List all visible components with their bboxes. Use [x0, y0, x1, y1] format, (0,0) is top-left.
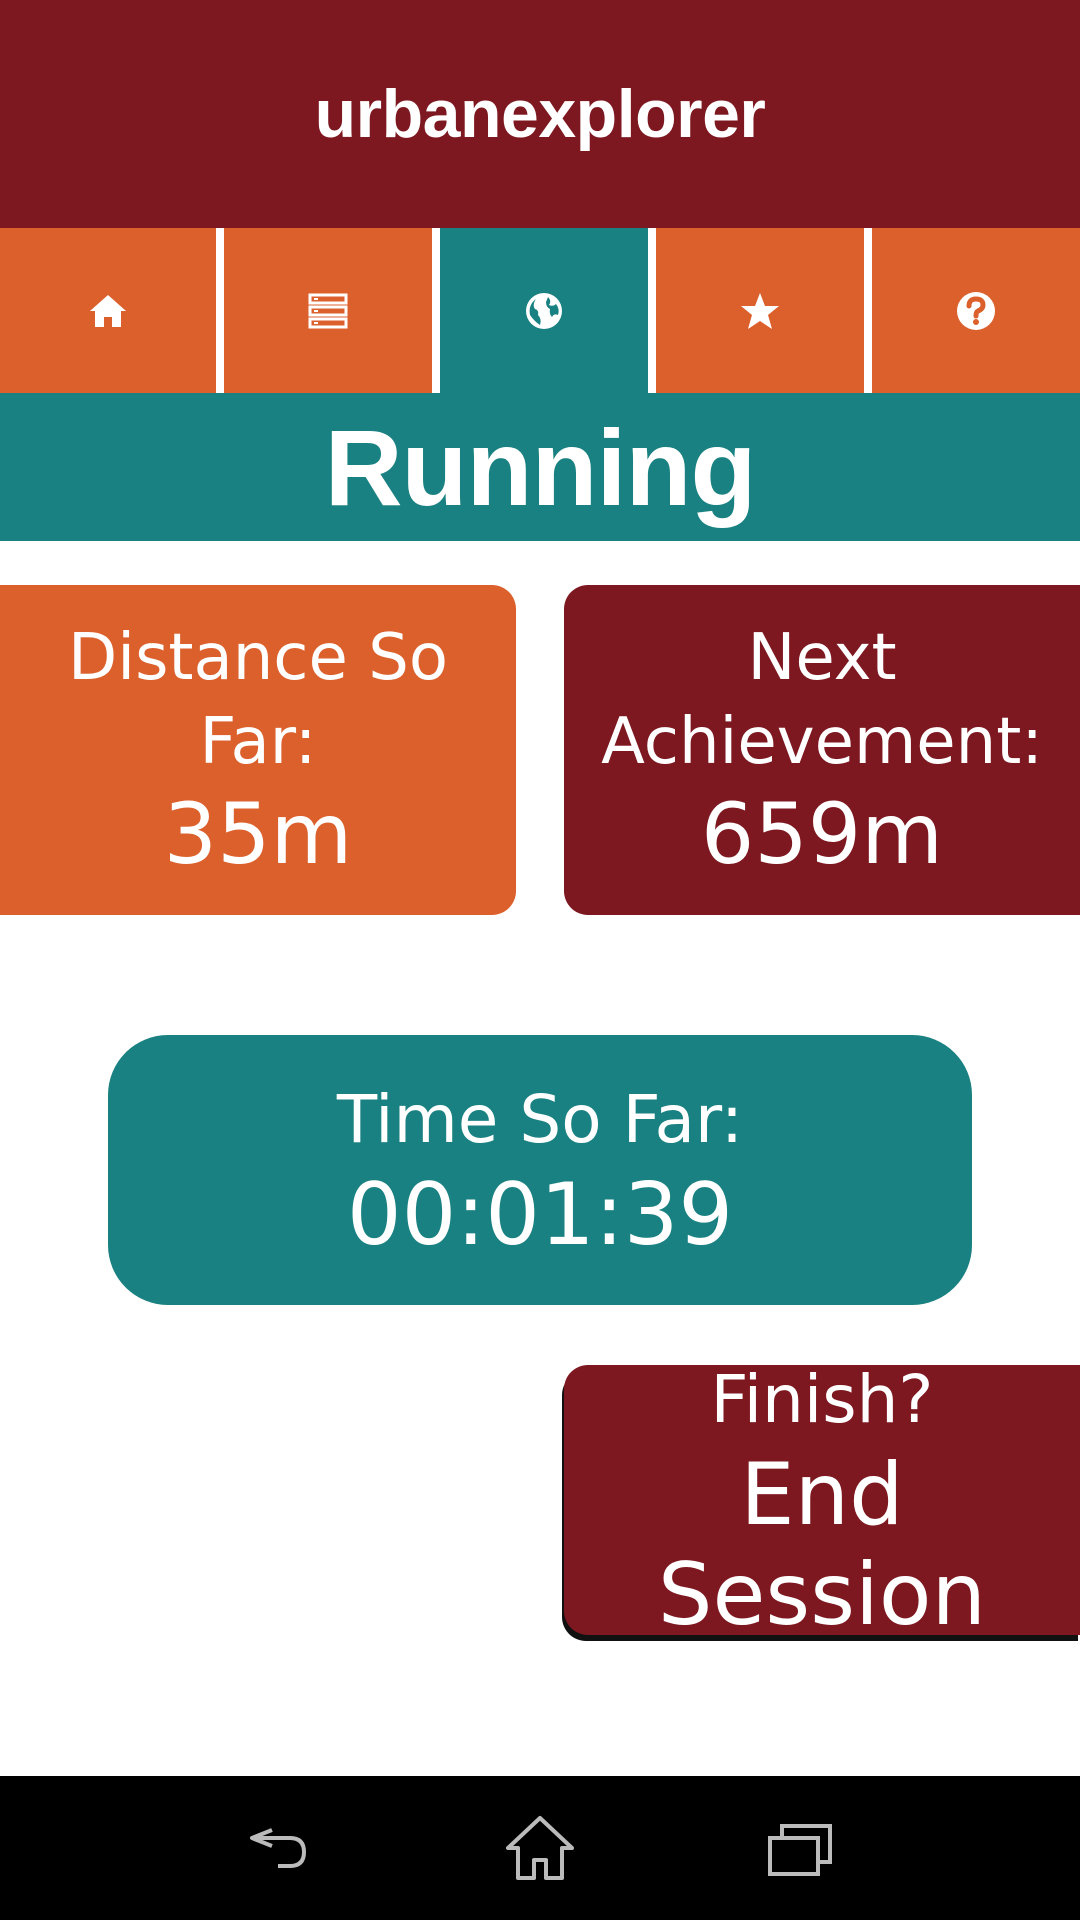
- distance-card: Distance So Far: 35m: [0, 585, 516, 915]
- next-achievement-card: Next Achievement: 659m: [564, 585, 1080, 915]
- globe-icon: [522, 289, 566, 333]
- tab-bar: [0, 228, 1080, 393]
- app-header: urbanexplorer: [0, 0, 1080, 228]
- back-button[interactable]: [235, 1803, 325, 1893]
- star-icon: [738, 289, 782, 333]
- app-title: urbanexplorer: [314, 76, 766, 152]
- recent-apps-icon: [762, 1810, 838, 1886]
- section-title: Running: [324, 406, 757, 528]
- home-icon: [86, 289, 130, 333]
- section-header: Running: [0, 393, 1080, 541]
- next-achievement-value: 659m: [700, 785, 944, 883]
- finish-label: Finish?: [710, 1361, 934, 1438]
- time-label: Time So Far:: [336, 1081, 744, 1158]
- tab-map[interactable]: [440, 228, 648, 393]
- next-achievement-label: Next Achievement:: [601, 621, 1043, 779]
- home-button[interactable]: [495, 1803, 585, 1893]
- system-nav-bar: [0, 1776, 1080, 1920]
- help-icon: [954, 289, 998, 333]
- tab-home[interactable]: [0, 228, 216, 393]
- home-icon: [502, 1810, 578, 1886]
- time-card: Time So Far: 00:01:39: [108, 1035, 972, 1305]
- recent-apps-button[interactable]: [755, 1803, 845, 1893]
- tab-list[interactable]: [224, 228, 432, 393]
- end-session-label: End Session: [657, 1445, 987, 1645]
- tab-help[interactable]: [872, 228, 1080, 393]
- distance-value: 35m: [163, 785, 353, 883]
- list-icon: [306, 289, 350, 333]
- tab-achievements[interactable]: [656, 228, 864, 393]
- end-session-button[interactable]: Finish? End Session: [564, 1361, 1080, 1645]
- time-value: 00:01:39: [346, 1165, 734, 1265]
- back-icon: [242, 1810, 318, 1886]
- distance-label: Distance So Far:: [68, 621, 448, 779]
